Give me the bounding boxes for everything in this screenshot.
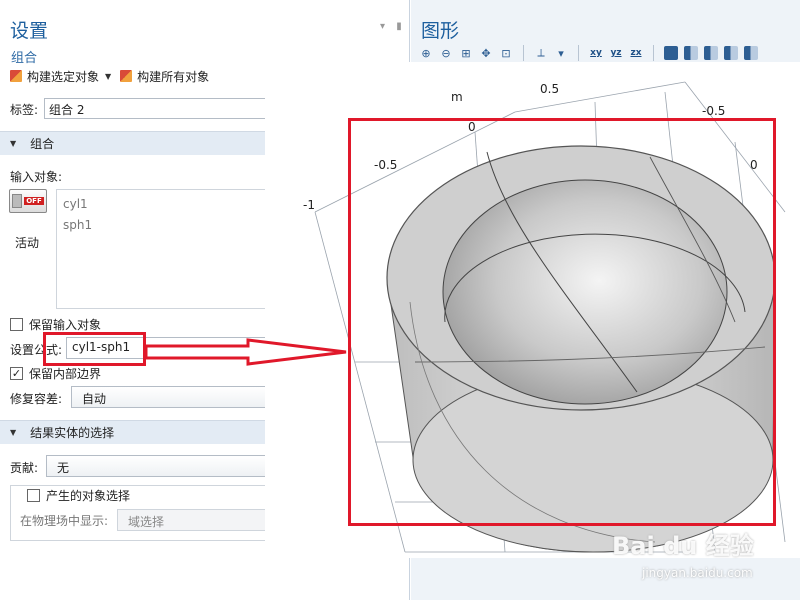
axis-tick-label: -1 xyxy=(303,198,315,212)
input-objects-label: 输入对象: xyxy=(10,170,63,184)
contribute-label: 贡献: xyxy=(10,461,39,475)
axis-tick-label: 0.5 xyxy=(540,82,560,96)
toggle-caption: 活动 xyxy=(15,236,40,250)
view-xy-icon[interactable]: xy xyxy=(587,44,605,62)
render-wireframe-icon[interactable] xyxy=(684,46,698,60)
axis-tick-label: -0.5 xyxy=(374,158,398,172)
list-item[interactable]: cyl1 xyxy=(63,194,299,215)
view-zx-icon[interactable]: zx xyxy=(627,44,645,62)
render-grid-icon[interactable] xyxy=(744,46,758,60)
axis-tick-label: -0.5 xyxy=(702,104,726,118)
watermark-url: jingyan.baidu.com xyxy=(642,566,753,580)
toolbar-divider xyxy=(523,45,524,61)
toggle-state: OFF xyxy=(24,197,44,205)
keep-interior-label: 保留内部边界 xyxy=(29,367,102,381)
collapse-triangle-icon: ▼ xyxy=(10,139,17,148)
zoom-selected-icon[interactable]: ✥ xyxy=(477,44,495,62)
axis-unit-label: m xyxy=(451,90,463,104)
axis-orientation-icon[interactable]: ⟂ xyxy=(532,44,550,62)
settings-subtitle: 组合 xyxy=(11,51,38,66)
axis-tick-label: 0 xyxy=(468,120,476,134)
graphics-toolbar: ⊕ ⊖ ⊞ ✥ ⊡ ⟂ ▾ xy yz zx xyxy=(417,44,760,62)
watermark-logo: Bai du 经验 xyxy=(612,532,754,560)
zoom-extents-icon[interactable]: ⊡ xyxy=(497,44,515,62)
highlight-box-formula xyxy=(43,332,146,366)
build-toolbar: 构建选定对象 ▼ 构建所有对象 xyxy=(10,67,209,85)
generate-selection-row[interactable]: 产生的对象选择 xyxy=(24,487,134,504)
zoom-out-icon[interactable]: ⊖ xyxy=(437,44,455,62)
generate-selection-checkbox[interactable] xyxy=(27,489,40,502)
build-all-icon xyxy=(120,70,133,82)
zoom-box-icon[interactable]: ⊞ xyxy=(457,44,475,62)
axis-tick-label: 0 xyxy=(750,158,758,172)
keep-input-label: 保留输入对象 xyxy=(29,318,102,332)
build-all-button[interactable]: 构建所有对象 xyxy=(137,68,209,85)
build-selected-icon xyxy=(10,70,22,82)
active-toggle[interactable]: OFF xyxy=(9,189,49,235)
render-mesh-icon[interactable] xyxy=(724,46,738,60)
render-solid-icon[interactable] xyxy=(664,46,678,60)
collapse-triangle-icon: ▼ xyxy=(10,428,17,437)
render-transparency-icon[interactable] xyxy=(704,46,718,60)
toolbar-divider xyxy=(578,45,579,61)
label-input[interactable]: 组合 2 xyxy=(44,98,284,119)
pointer-arrow-icon xyxy=(144,338,347,366)
graphics-title: 图形 xyxy=(421,20,460,42)
repair-tolerance-label: 修复容差: xyxy=(10,392,63,406)
label-caption: 标签: xyxy=(10,103,39,117)
section-combine-title: 组合 xyxy=(30,137,55,151)
keep-input-checkbox[interactable] xyxy=(10,318,23,331)
keep-interior-checkbox[interactable]: ✓ xyxy=(10,367,23,380)
settings-title: 设置 xyxy=(10,20,49,42)
generate-selection-label: 产生的对象选择 xyxy=(46,489,131,503)
section-selection-title: 结果实体的选择 xyxy=(30,426,115,440)
toggle-knob-icon xyxy=(12,194,23,208)
show-in-physics-label: 在物理场中显示: xyxy=(20,514,109,528)
list-item[interactable]: sph1 xyxy=(63,215,299,236)
keep-input-row[interactable]: 保留输入对象 xyxy=(10,316,101,333)
panel-pin-icon[interactable]: ▾ ▮ xyxy=(380,21,406,32)
view-yz-icon[interactable]: yz xyxy=(607,44,625,62)
zoom-in-icon[interactable]: ⊕ xyxy=(417,44,435,62)
keep-interior-row[interactable]: ✓ 保留内部边界 xyxy=(10,365,101,382)
chevron-down-icon[interactable]: ▼ xyxy=(105,72,111,81)
highlight-box-geometry xyxy=(348,118,776,526)
toolbar-divider xyxy=(653,45,654,61)
build-selected-button[interactable]: 构建选定对象 xyxy=(27,68,99,85)
chevron-down-icon[interactable]: ▾ xyxy=(552,44,570,62)
